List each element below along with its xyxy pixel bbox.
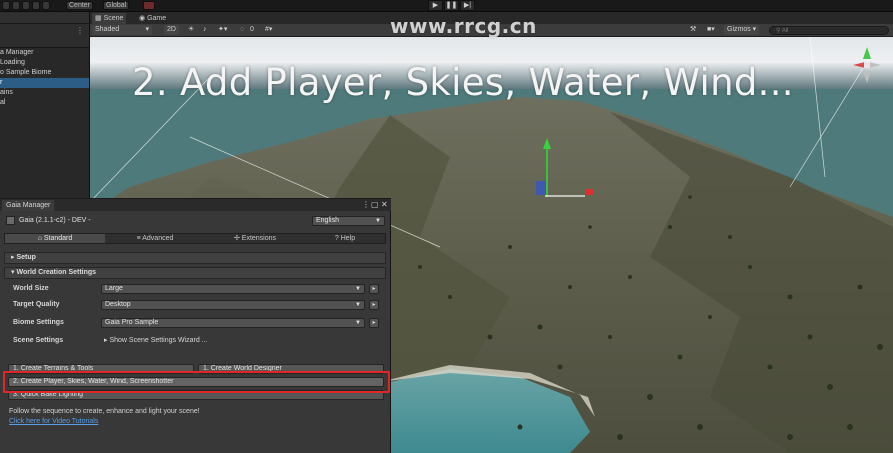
hidden-count: 0 (250, 26, 254, 33)
gaia-manager-window: Gaia Manager ⋮ ▢ ✕ Gaia (2.1.1-c2) - DEV… (0, 198, 391, 453)
space-label: Global (106, 2, 127, 9)
hierarchy-item[interactable]: Loading (0, 58, 89, 68)
grid-toggle-icon[interactable]: #▾ (265, 25, 272, 35)
gizmos-dropdown[interactable]: Gizmos ▾ (724, 25, 760, 35)
hierarchy-panel: ⋮ a Manager Loading o Sample Biome r ain… (0, 12, 90, 198)
lighting-toggle-icon[interactable]: ☀ (188, 25, 194, 35)
camera-dropdown-icon[interactable]: ■▾ (707, 25, 715, 35)
world-size-dropdown[interactable]: Large ▼ (101, 284, 365, 294)
world-creation-foldout[interactable]: ▾ World Creation Settings (4, 267, 386, 279)
chevron-down-icon: ▼ (355, 302, 361, 308)
rect-tool-icon[interactable] (42, 1, 50, 10)
hierarchy-item-selected[interactable]: r (0, 78, 89, 88)
gaia-tab-bar: ⌂ Standard ≡ Advanced ✢ Extensions ? Hel… (4, 233, 386, 244)
gaia-logo-icon (6, 215, 15, 225)
scene-search-input[interactable]: ⚲ All (769, 26, 889, 35)
hierarchy-item[interactable]: ains (0, 88, 89, 98)
snap-icon[interactable] (143, 1, 155, 10)
hierarchy-item[interactable]: o Sample Biome (0, 68, 89, 78)
tab-scene[interactable]: ▦ Scene (92, 13, 127, 24)
highlight-box (3, 371, 390, 393)
scene-tab-icon: ▦ (95, 15, 104, 22)
play-button[interactable]: ▶ (428, 0, 443, 11)
target-quality-label: Target Quality (13, 301, 60, 308)
instruction-title: 2. Add Player, Skies, Water, Wind... (132, 61, 794, 104)
tab-help[interactable]: ? Help (305, 234, 385, 243)
world-size-label: World Size (13, 285, 49, 292)
tab-extensions[interactable]: ✢ Extensions (205, 234, 305, 243)
tools-icon[interactable]: ⚒ (690, 25, 696, 35)
orientation-gizmo-icon[interactable] (849, 43, 885, 89)
chevron-down-icon: ▼ (355, 286, 361, 292)
close-icon[interactable]: ✕ (381, 200, 388, 210)
biome-settings-button[interactable]: ▸ (369, 318, 379, 328)
hierarchy-item[interactable]: a Manager (0, 48, 89, 58)
main-toolbar: Center Global ▶ ❚❚ ▶| (0, 0, 893, 12)
tab-standard[interactable]: ⌂ Standard (5, 234, 105, 243)
tab-advanced[interactable]: ≡ Advanced (105, 234, 205, 243)
chevron-down-icon: ▼ (375, 218, 381, 224)
hand-tool-icon[interactable] (2, 1, 10, 10)
gaia-manager-tab[interactable]: Gaia Manager (2, 200, 55, 211)
watermark-text: www.rrcg.cn (390, 14, 537, 38)
sequence-hint-text: Follow the sequence to create, enhance a… (9, 408, 200, 415)
setup-foldout[interactable]: ▸ Setup (4, 252, 386, 264)
gaia-title-bar: Gaia Manager ⋮ ▢ ✕ (0, 199, 391, 211)
audio-toggle-icon[interactable]: ♪ (203, 25, 207, 35)
target-quality-dropdown[interactable]: Desktop ▼ (101, 300, 365, 310)
biome-settings-label: Biome Settings (13, 319, 64, 326)
effects-dropdown-icon[interactable]: ✦▾ (218, 25, 227, 35)
rotate-tool-icon[interactable] (22, 1, 30, 10)
gaia-header: Gaia (2.1.1-c2) - DEV - (6, 215, 91, 227)
hierarchy-item[interactable]: al (0, 98, 89, 108)
language-dropdown[interactable]: English ▼ (312, 216, 385, 226)
hierarchy-tab-bar (0, 12, 89, 24)
video-tutorials-link[interactable]: Click here for Video Tutorials (9, 418, 98, 425)
target-quality-settings-button[interactable]: ▸ (369, 300, 379, 310)
draw-mode-dropdown[interactable]: Shaded ▾ (92, 25, 152, 35)
game-tab-icon: ◉ (139, 15, 148, 22)
hidden-objects-icon[interactable]: ◌ (240, 25, 244, 35)
pivot-toggle-button[interactable]: Center (66, 1, 94, 10)
scene-settings-wizard-foldout[interactable]: ▸ Show Scene Settings Wizard ... (104, 336, 208, 346)
space-toggle-button[interactable]: Global (103, 1, 130, 10)
maximize-icon[interactable]: ▢ (371, 200, 379, 210)
scale-tool-icon[interactable] (32, 1, 40, 10)
hierarchy-toolbar: ⋮ (0, 24, 89, 48)
pause-button[interactable]: ❚❚ (444, 0, 459, 11)
extensions-icon: ✢ (233, 235, 242, 242)
biome-settings-dropdown[interactable]: Gaia Pro Sample ▼ (101, 318, 365, 328)
scene-settings-label: Scene Settings (13, 337, 64, 344)
more-options-icon[interactable]: ⋮ (362, 200, 370, 210)
world-size-settings-button[interactable]: ▸ (369, 284, 379, 294)
tab-game[interactable]: ◉ Game (136, 13, 169, 24)
chevron-down-icon: ▾ (145, 26, 149, 33)
step-button[interactable]: ▶| (460, 0, 475, 11)
move-tool-icon[interactable] (12, 1, 20, 10)
chevron-down-icon: ▼ (355, 320, 361, 326)
pivot-label: Center (69, 2, 91, 9)
more-options-icon[interactable]: ⋮ (76, 26, 84, 35)
2d-toggle-button[interactable]: 2D (164, 25, 179, 35)
gaia-version-label: Gaia (2.1.1-c2) - DEV - (19, 217, 91, 224)
